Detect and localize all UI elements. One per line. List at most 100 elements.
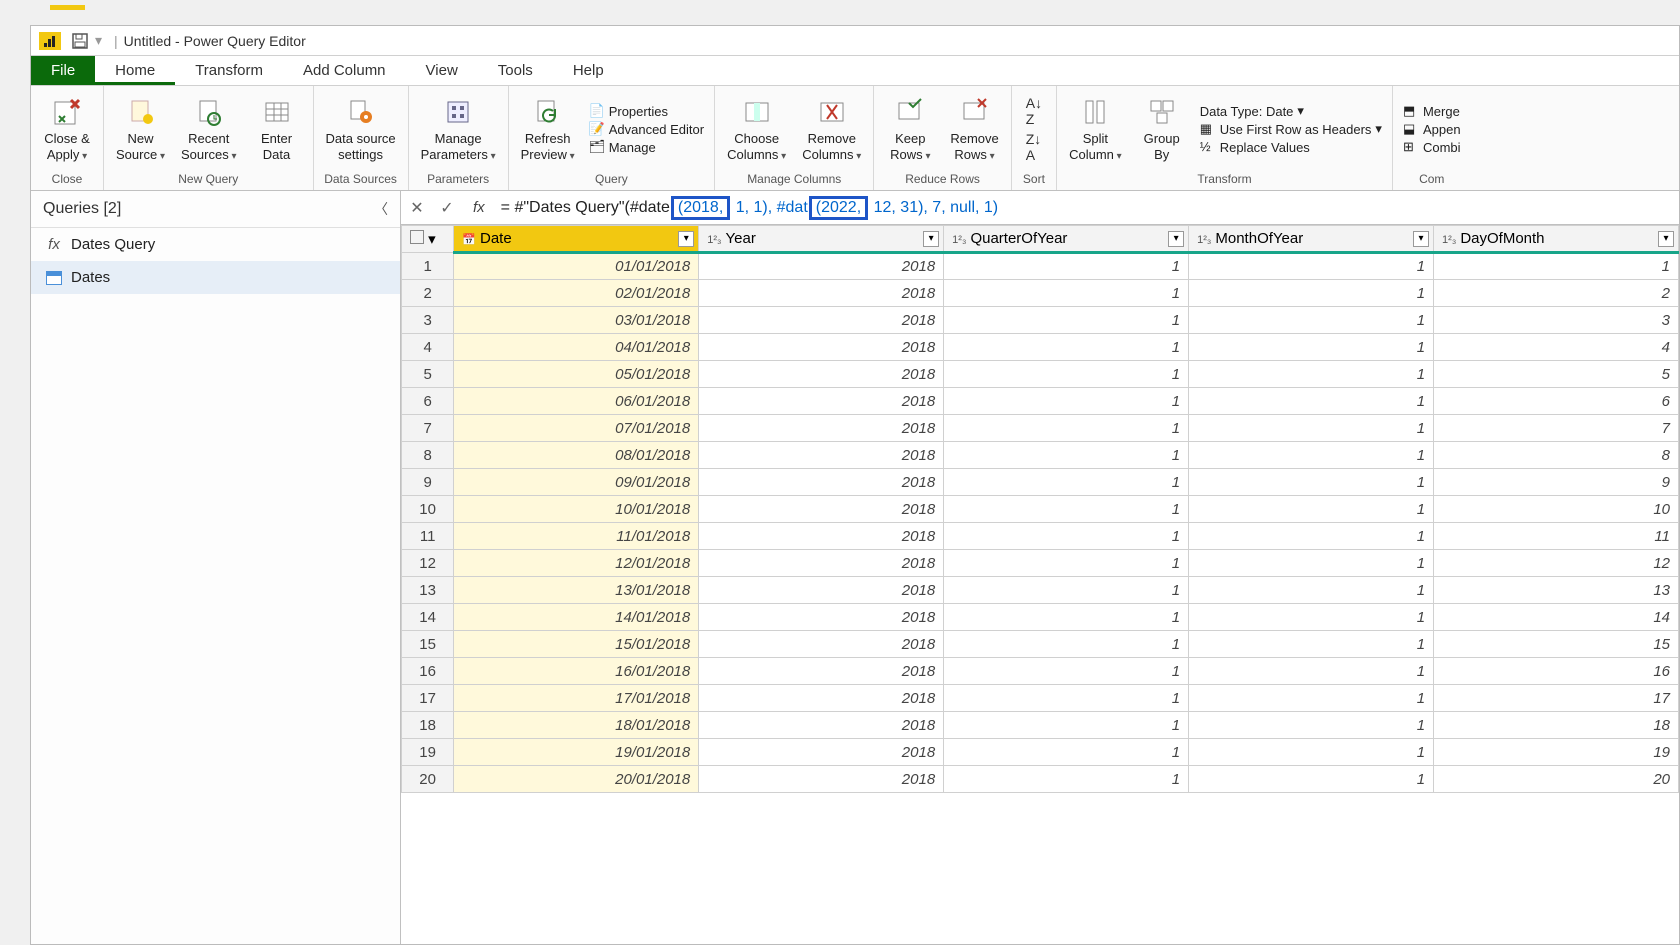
table-row[interactable]: 909/01/20182018119 (402, 469, 1679, 496)
cell-quarter[interactable]: 1 (944, 550, 1189, 577)
cell-date[interactable]: 13/01/2018 (454, 577, 699, 604)
row-number[interactable]: 11 (402, 523, 454, 550)
data-type-button[interactable]: Data Type: Date ▾ (1200, 103, 1382, 119)
cell-day[interactable]: 20 (1434, 766, 1679, 793)
cell-year[interactable]: 2018 (699, 658, 944, 685)
cell-year[interactable]: 2018 (699, 388, 944, 415)
column-header-quarter[interactable]: 1²₃QuarterOfYear▾ (944, 226, 1189, 253)
row-number[interactable]: 14 (402, 604, 454, 631)
filter-dropdown-icon[interactable]: ▾ (1168, 231, 1184, 247)
row-number[interactable]: 8 (402, 442, 454, 469)
table-row[interactable]: 1111/01/201820181111 (402, 523, 1679, 550)
cell-date[interactable]: 15/01/2018 (454, 631, 699, 658)
formula-text[interactable]: = #"Dates Query"(#date(2018, 1, 1), #dat… (501, 196, 998, 220)
filter-dropdown-icon[interactable]: ▾ (923, 231, 939, 247)
row-number[interactable]: 4 (402, 334, 454, 361)
table-row[interactable]: 1818/01/201820181118 (402, 712, 1679, 739)
row-number[interactable]: 20 (402, 766, 454, 793)
cell-day[interactable]: 4 (1434, 334, 1679, 361)
row-number[interactable]: 10 (402, 496, 454, 523)
cell-quarter[interactable]: 1 (944, 496, 1189, 523)
cell-date[interactable]: 07/01/2018 (454, 415, 699, 442)
cell-year[interactable]: 2018 (699, 496, 944, 523)
row-number[interactable]: 2 (402, 280, 454, 307)
cell-quarter[interactable]: 1 (944, 334, 1189, 361)
cell-quarter[interactable]: 1 (944, 604, 1189, 631)
filter-dropdown-icon[interactable]: ▾ (1658, 231, 1674, 247)
cell-date[interactable]: 04/01/2018 (454, 334, 699, 361)
table-row[interactable]: 202/01/20182018112 (402, 280, 1679, 307)
cell-date[interactable]: 12/01/2018 (454, 550, 699, 577)
cell-quarter[interactable]: 1 (944, 280, 1189, 307)
cell-month[interactable]: 1 (1189, 307, 1434, 334)
cell-year[interactable]: 2018 (699, 361, 944, 388)
cell-day[interactable]: 9 (1434, 469, 1679, 496)
table-row[interactable]: 101/01/20182018111 (402, 253, 1679, 280)
row-number[interactable]: 3 (402, 307, 454, 334)
query-item-dates[interactable]: Dates (31, 261, 400, 294)
table-row[interactable]: 1414/01/201820181114 (402, 604, 1679, 631)
menu-transform[interactable]: Transform (175, 56, 283, 85)
remove-columns-button[interactable]: Remove Columns (796, 91, 867, 167)
cell-year[interactable]: 2018 (699, 739, 944, 766)
cell-month[interactable]: 1 (1189, 415, 1434, 442)
cell-month[interactable]: 1 (1189, 469, 1434, 496)
cell-day[interactable]: 8 (1434, 442, 1679, 469)
filter-dropdown-icon[interactable]: ▾ (1413, 231, 1429, 247)
cell-date[interactable]: 20/01/2018 (454, 766, 699, 793)
row-number[interactable]: 19 (402, 739, 454, 766)
table-row[interactable]: 1010/01/201820181110 (402, 496, 1679, 523)
cell-date[interactable]: 14/01/2018 (454, 604, 699, 631)
cell-year[interactable]: 2018 (699, 280, 944, 307)
menu-help[interactable]: Help (553, 56, 624, 85)
table-row[interactable]: 2020/01/201820181120 (402, 766, 1679, 793)
cell-quarter[interactable]: 1 (944, 469, 1189, 496)
cell-month[interactable]: 1 (1189, 280, 1434, 307)
cell-date[interactable]: 10/01/2018 (454, 496, 699, 523)
cell-year[interactable]: 2018 (699, 415, 944, 442)
row-number[interactable]: 16 (402, 658, 454, 685)
recent-sources-button[interactable]: Recent Sources (175, 91, 243, 167)
cell-day[interactable]: 3 (1434, 307, 1679, 334)
table-row[interactable]: 1919/01/201820181119 (402, 739, 1679, 766)
cell-month[interactable]: 1 (1189, 739, 1434, 766)
cell-year[interactable]: 2018 (699, 685, 944, 712)
cell-date[interactable]: 06/01/2018 (454, 388, 699, 415)
cell-quarter[interactable]: 1 (944, 658, 1189, 685)
column-header-year[interactable]: 1²₃Year▾ (699, 226, 944, 253)
table-row[interactable]: 505/01/20182018115 (402, 361, 1679, 388)
cell-month[interactable]: 1 (1189, 604, 1434, 631)
cell-month[interactable]: 1 (1189, 388, 1434, 415)
cell-day[interactable]: 1 (1434, 253, 1679, 280)
remove-rows-button[interactable]: Remove Rows (944, 91, 1004, 167)
cell-quarter[interactable]: 1 (944, 577, 1189, 604)
cell-month[interactable]: 1 (1189, 523, 1434, 550)
table-row[interactable]: 303/01/20182018113 (402, 307, 1679, 334)
cell-date[interactable]: 11/01/2018 (454, 523, 699, 550)
cell-date[interactable]: 16/01/2018 (454, 658, 699, 685)
row-number[interactable]: 13 (402, 577, 454, 604)
filter-dropdown-icon[interactable]: ▾ (678, 231, 694, 247)
cell-day[interactable]: 2 (1434, 280, 1679, 307)
cell-month[interactable]: 1 (1189, 496, 1434, 523)
query-item-dates-query[interactable]: fx Dates Query (31, 228, 400, 261)
cell-day[interactable]: 13 (1434, 577, 1679, 604)
collapse-queries-icon[interactable]: 〈 (374, 199, 388, 219)
cell-month[interactable]: 1 (1189, 685, 1434, 712)
manage-parameters-button[interactable]: Manage Parameters (415, 91, 502, 167)
cell-date[interactable]: 08/01/2018 (454, 442, 699, 469)
cell-date[interactable]: 19/01/2018 (454, 739, 699, 766)
column-header-day[interactable]: 1²₃DayOfMonth▾ (1434, 226, 1679, 253)
column-header-month[interactable]: 1²₃MonthOfYear▾ (1189, 226, 1434, 253)
cell-year[interactable]: 2018 (699, 253, 944, 280)
cell-quarter[interactable]: 1 (944, 739, 1189, 766)
cell-year[interactable]: 2018 (699, 334, 944, 361)
table-row[interactable]: 1515/01/201820181115 (402, 631, 1679, 658)
sort-asc-button[interactable]: A↓Z (1026, 95, 1042, 127)
choose-columns-button[interactable]: Choose Columns (721, 91, 792, 167)
cell-month[interactable]: 1 (1189, 361, 1434, 388)
cell-year[interactable]: 2018 (699, 550, 944, 577)
qat-dropdown-icon[interactable]: ▾ (95, 32, 102, 49)
cell-day[interactable]: 14 (1434, 604, 1679, 631)
row-number[interactable]: 18 (402, 712, 454, 739)
